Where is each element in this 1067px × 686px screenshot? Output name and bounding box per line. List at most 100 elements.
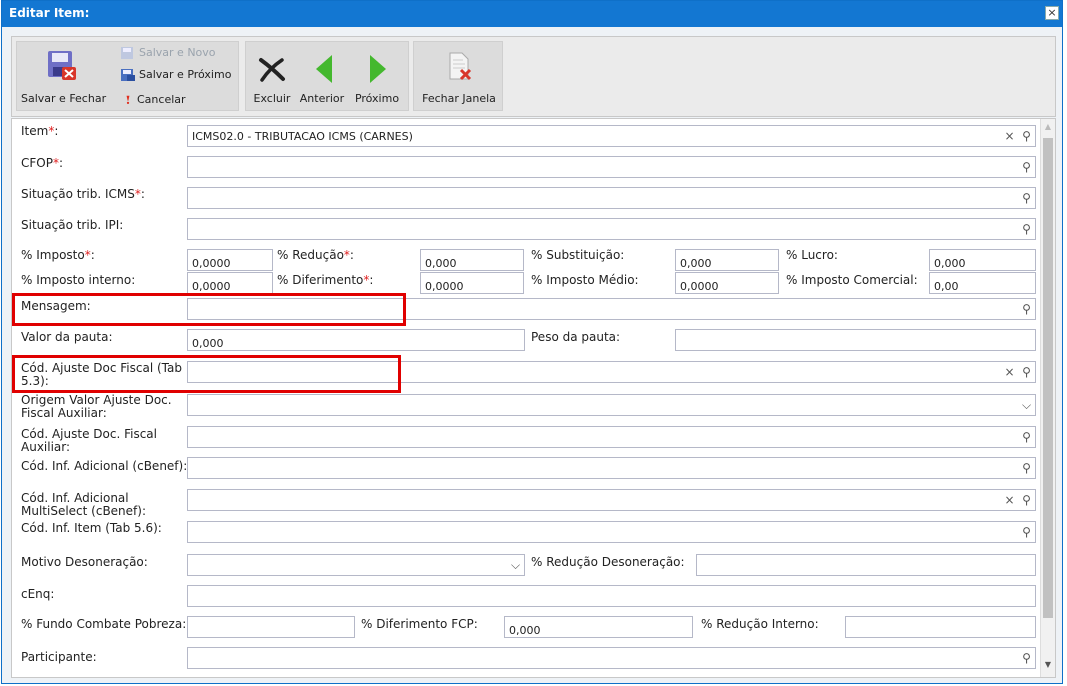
diferimento-fcp-label: % Diferimento FCP:: [361, 617, 478, 631]
diferimento-fcp-input[interactable]: 0,000: [504, 616, 693, 638]
close-window-group: Fechar Janela: [413, 41, 503, 111]
toolbar: Salvar e Fechar Salvar e Novo Salvar e P…: [11, 36, 1056, 117]
cfop-label: CFOP*:: [21, 156, 64, 170]
lucro-input[interactable]: 0,000: [929, 249, 1036, 271]
chevron-down-icon[interactable]: ⌵: [507, 555, 524, 575]
scrollbar-thumb[interactable]: [1043, 138, 1053, 618]
previous-label: Anterior: [299, 92, 345, 105]
cod-inf-adicional-combo[interactable]: ⚲: [187, 457, 1036, 479]
peso-pauta-label: Peso da pauta:: [531, 330, 621, 344]
arrow-left-icon: [316, 55, 332, 83]
item-value: ICMS02.0 - TRIBUTACAO ICMS (CARNES): [192, 130, 413, 143]
imposto-interno-input[interactable]: 0,0000: [187, 272, 273, 294]
cenq-label: cEnq:: [21, 587, 55, 601]
cancel-icon: [126, 95, 130, 104]
cod-inf-multi-combo[interactable]: × ⚲: [187, 489, 1036, 511]
save-close-icon: [48, 51, 76, 80]
imposto-medio-label: % Imposto Médio:: [531, 273, 639, 287]
cod-inf-item-combo[interactable]: ⚲: [187, 521, 1036, 543]
cfop-combo[interactable]: ⚲: [187, 156, 1036, 178]
fundo-pobreza-input[interactable]: [187, 616, 355, 638]
cod-inf-item-label: Cód. Inf. Item (Tab 5.6):: [21, 521, 162, 535]
search-icon[interactable]: ⚲: [1018, 648, 1035, 668]
cod-inf-multi-label: Cód. Inf. Adicional MultiSelect (cBenef):: [21, 491, 146, 518]
motivo-desoneracao-label: Motivo Desoneração:: [21, 555, 148, 569]
scroll-down-icon[interactable]: ▼: [1041, 660, 1055, 669]
lucro-label: % Lucro:: [786, 248, 838, 262]
chevron-down-icon[interactable]: ⌵: [1018, 395, 1035, 415]
cenq-input[interactable]: [187, 585, 1036, 607]
peso-pauta-input[interactable]: [675, 329, 1036, 351]
origem-valor-select[interactable]: ⌵: [187, 394, 1036, 416]
search-icon[interactable]: ⚲: [1018, 458, 1035, 478]
window-title: Editar Item:: [9, 6, 90, 20]
search-icon[interactable]: ⚲: [1018, 188, 1035, 208]
valor-pauta-input[interactable]: 0,000: [187, 329, 525, 351]
close-window-icon[interactable]: ×: [1045, 6, 1059, 20]
delete-x-icon: [259, 58, 285, 82]
reducao-label: % Redução*:: [277, 248, 354, 262]
diferimento-input[interactable]: 0,0000: [420, 272, 524, 294]
item-combo[interactable]: ICMS02.0 - TRIBUTACAO ICMS (CARNES) × ⚲: [187, 125, 1036, 147]
next-label: Próximo: [354, 92, 400, 105]
reducao-desoneracao-label: % Redução Desoneração:: [531, 555, 685, 569]
navigation-button-group: Excluir Anterior Próximo: [245, 41, 409, 111]
save-and-close-button[interactable]: Salvar e Fechar: [21, 42, 107, 112]
situacao-ipi-label: Situação trib. IPI:: [21, 218, 124, 232]
search-icon[interactable]: ⚲: [1018, 427, 1035, 447]
close-window-button[interactable]: Fechar Janela: [416, 42, 502, 112]
search-icon[interactable]: ⚲: [1018, 522, 1035, 542]
save-and-close-label: Salvar e Fechar: [21, 92, 107, 105]
edit-item-window: Editar Item: × Salvar e Fechar Salvar e …: [1, 0, 1063, 684]
search-icon[interactable]: ⚲: [1018, 299, 1035, 319]
participante-label: Participante:: [21, 650, 97, 664]
arrow-right-icon: [370, 55, 386, 83]
search-icon[interactable]: ⚲: [1018, 362, 1035, 382]
cancel-button[interactable]: Cancelar: [123, 93, 186, 106]
scroll-up-icon[interactable]: ▲: [1041, 122, 1055, 131]
imposto-label: % Imposto*:: [21, 248, 95, 262]
clear-icon[interactable]: ×: [1001, 126, 1018, 146]
participante-combo[interactable]: ⚲: [187, 647, 1036, 669]
situacao-ipi-combo[interactable]: ⚲: [187, 218, 1036, 240]
situacao-icms-label: Situação trib. ICMS*:: [21, 187, 145, 201]
reducao-interno-input[interactable]: [845, 616, 1036, 638]
delete-label: Excluir: [253, 92, 291, 105]
next-button[interactable]: Próximo: [350, 42, 404, 112]
imposto-comercial-input[interactable]: 0,00: [929, 272, 1036, 294]
save-and-next-button[interactable]: Salvar e Próximo: [121, 68, 231, 81]
mensagem-highlight-box: [12, 293, 406, 326]
save-and-new-button[interactable]: Salvar e Novo: [121, 46, 216, 59]
delete-button[interactable]: Excluir: [250, 42, 294, 112]
search-icon[interactable]: ⚲: [1018, 157, 1035, 177]
search-icon[interactable]: ⚲: [1018, 490, 1035, 510]
item-label: Item*:: [21, 124, 59, 138]
search-icon[interactable]: ⚲: [1018, 219, 1035, 239]
diferimento-label: % Diferimento*:: [277, 273, 374, 287]
imposto-input[interactable]: 0,0000: [187, 249, 273, 271]
origem-valor-label: Origem Valor Ajuste Doc. Fiscal Auxiliar:: [21, 393, 172, 420]
substituicao-input[interactable]: 0,000: [675, 249, 779, 271]
clear-icon[interactable]: ×: [1001, 362, 1018, 382]
close-document-icon: [449, 52, 472, 81]
cod-ajuste-highlight-box: [12, 355, 401, 393]
imposto-medio-input[interactable]: 0,0000: [675, 272, 779, 294]
substituicao-label: % Substituição:: [531, 248, 625, 262]
title-bar: Editar Item: ×: [2, 1, 1062, 27]
valor-pauta-label: Valor da pauta:: [21, 330, 113, 344]
reducao-desoneracao-input[interactable]: [696, 554, 1036, 576]
item-form: Item*: ICMS02.0 - TRIBUTACAO ICMS (CARNE…: [11, 118, 1056, 678]
cod-ajuste-aux-label: Cód. Ajuste Doc. Fiscal Auxiliar:: [21, 427, 157, 454]
save-button-group: Salvar e Fechar Salvar e Novo Salvar e P…: [16, 41, 239, 111]
motivo-desoneracao-select[interactable]: ⌵: [187, 554, 525, 576]
previous-button[interactable]: Anterior: [296, 42, 348, 112]
save-new-icon: [121, 47, 133, 59]
cod-ajuste-aux-combo[interactable]: ⚲: [187, 426, 1036, 448]
vertical-scrollbar[interactable]: ▲ ▼: [1040, 119, 1055, 677]
situacao-icms-combo[interactable]: ⚲: [187, 187, 1036, 209]
save-next-icon: [121, 69, 135, 81]
search-icon[interactable]: ⚲: [1018, 126, 1035, 146]
imposto-comercial-label: % Imposto Comercial:: [786, 273, 918, 287]
clear-icon[interactable]: ×: [1001, 490, 1018, 510]
reducao-input[interactable]: 0,000: [420, 249, 524, 271]
